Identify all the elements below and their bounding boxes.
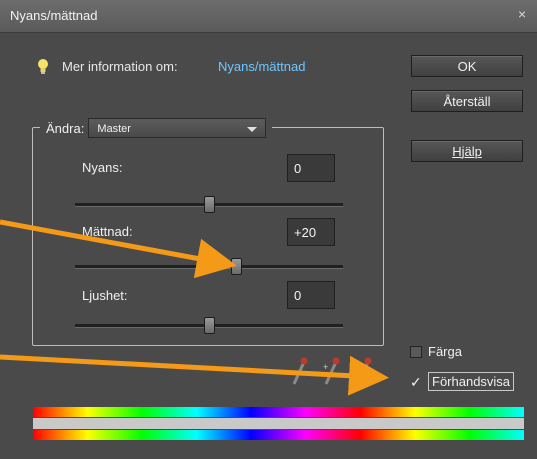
annotation-arrow-saturation <box>0 219 237 279</box>
annotation-arrow-preview <box>0 354 389 396</box>
annotation-arrows <box>0 219 389 396</box>
